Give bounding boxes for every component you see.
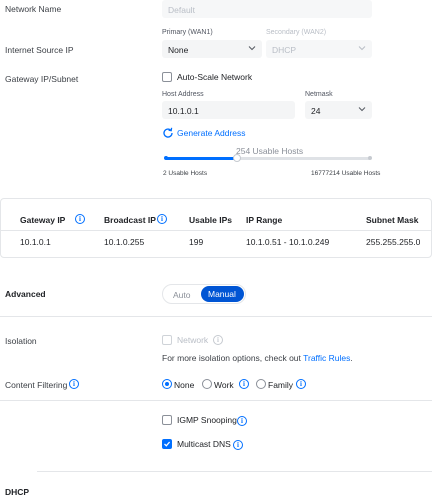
filter-work-radio[interactable] <box>202 379 212 389</box>
dhcp-section-label: DHCP <box>5 487 30 497</box>
slider-max-label: 16777214 Usable Hosts <box>311 170 381 177</box>
netmask-value: 24 <box>311 106 321 116</box>
filter-family-radio[interactable] <box>256 379 266 389</box>
refresh-icon[interactable] <box>162 127 174 139</box>
advanced-toggle[interactable]: Auto Manual <box>162 284 246 304</box>
table-divider <box>1 230 431 231</box>
igmp-snooping-label: IGMP Snooping <box>177 415 237 425</box>
info-icon[interactable]: i <box>69 379 79 389</box>
cell-usable-ips: 199 <box>189 237 204 247</box>
filter-none-radio[interactable] <box>162 379 172 389</box>
slider-min-label: 2 Usable Hosts <box>163 170 208 177</box>
advanced-manual-label: Manual <box>208 289 236 299</box>
filter-family-label: Family <box>268 380 294 390</box>
content-filtering-label: Content Filtering <box>5 380 68 390</box>
header-gateway-ip: Gateway IP <box>20 215 66 225</box>
isolation-note: For more isolation options, check out Tr… <box>162 353 353 363</box>
auto-scale-checkbox[interactable] <box>162 72 172 82</box>
info-icon[interactable]: i <box>233 440 243 450</box>
usable-hosts-slider-fill <box>165 157 238 160</box>
header-subnet-mask: Subnet Mask <box>366 215 419 225</box>
chevron-down-icon <box>248 44 256 52</box>
info-icon[interactable]: i <box>157 214 167 224</box>
cell-subnet-mask: 255.255.255.0 <box>366 237 421 247</box>
advanced-manual-option[interactable]: Manual <box>201 286 244 302</box>
divider <box>37 471 432 472</box>
secondary-wan-value: DHCP <box>272 45 297 55</box>
network-isolation-label: Network <box>177 335 209 345</box>
cell-ip-range: 10.1.0.51 - 10.1.0.249 <box>246 237 330 247</box>
checkmark-icon <box>164 441 171 447</box>
divider <box>0 316 432 317</box>
generate-address-button[interactable]: Generate Address <box>177 128 246 138</box>
usable-hosts-readout: 254 Usable Hosts <box>236 146 304 156</box>
isolation-label: Isolation <box>5 336 37 346</box>
advanced-auto-option[interactable]: Auto <box>173 290 191 300</box>
multicast-dns-checkbox[interactable] <box>162 439 172 449</box>
chevron-down-icon <box>358 44 366 52</box>
gateway-subnet-label: Gateway IP/Subnet <box>5 74 79 84</box>
internet-source-ip-label: Internet Source IP <box>5 45 74 55</box>
network-name-label: Network Name <box>5 4 62 14</box>
info-icon[interactable]: i <box>296 379 306 389</box>
header-broadcast-ip: Broadcast IP <box>104 215 156 225</box>
network-isolation-checkbox[interactable] <box>162 335 172 345</box>
filter-none-label: None <box>174 380 195 390</box>
usable-hosts-slider-handle[interactable] <box>233 154 242 162</box>
info-icon[interactable]: i <box>213 335 223 345</box>
igmp-snooping-checkbox[interactable] <box>162 415 172 425</box>
cell-broadcast-ip: 10.1.0.255 <box>104 237 145 247</box>
subnet-summary-table <box>0 198 432 258</box>
secondary-wan-select[interactable]: DHCP <box>266 40 372 58</box>
divider <box>0 400 432 401</box>
primary-wan-value: None <box>168 45 189 55</box>
auto-scale-label: Auto-Scale Network <box>177 72 253 82</box>
filter-work-label: Work <box>214 380 234 390</box>
netmask-label: Netmask <box>305 91 333 98</box>
info-icon[interactable]: i <box>239 379 249 389</box>
multicast-dns-label: Multicast DNS <box>177 439 231 449</box>
usable-hosts-slider-track[interactable] <box>164 154 372 162</box>
isolation-note-suffix: . <box>350 353 353 363</box>
slider-min-dot <box>164 156 168 160</box>
traffic-rules-link[interactable]: Traffic Rules <box>303 353 350 363</box>
info-icon[interactable]: i <box>237 416 247 426</box>
isolation-note-text: For more isolation options, check out <box>162 353 304 363</box>
secondary-wan-label: Secondary (WAN2) <box>266 29 327 36</box>
advanced-label: Advanced <box>5 289 46 299</box>
host-address-label: Host Address <box>162 91 204 98</box>
primary-wan-label: Primary (WAN1) <box>162 29 213 36</box>
header-ip-range: IP Range <box>246 215 283 225</box>
cell-gateway-ip: 10.1.0.1 <box>20 237 51 247</box>
chevron-down-icon <box>358 105 366 113</box>
netmask-select[interactable]: 24 <box>305 101 372 119</box>
network-name-input[interactable]: Default <box>162 0 372 18</box>
host-address-input[interactable]: 10.1.0.1 <box>162 101 295 119</box>
info-icon[interactable]: i <box>75 214 85 224</box>
header-usable-ips: Usable IPs <box>189 215 232 225</box>
slider-max-dot <box>368 156 372 160</box>
primary-wan-select[interactable]: None <box>162 40 262 58</box>
